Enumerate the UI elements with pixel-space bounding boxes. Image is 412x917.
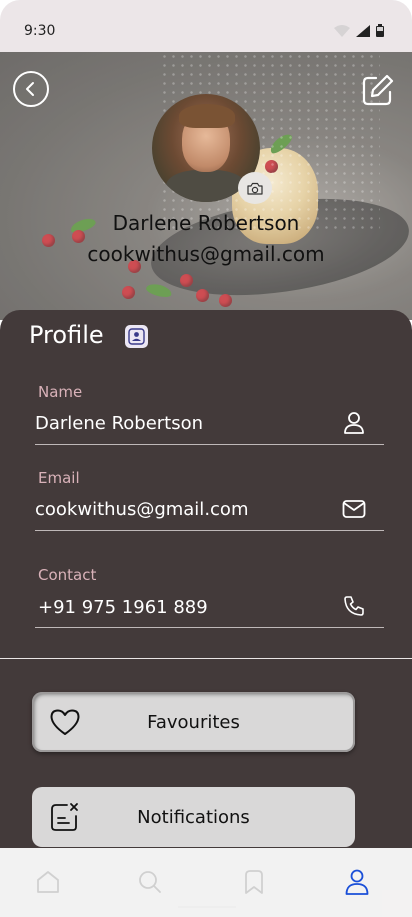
name-field[interactable]: Darlene Robertson bbox=[35, 413, 203, 434]
header-email: cookwithus@gmail.com bbox=[87, 242, 325, 266]
nav-home[interactable] bbox=[30, 864, 66, 900]
home-indicator bbox=[178, 906, 236, 908]
status-time: 9:30 bbox=[24, 23, 56, 39]
page-title: Profile bbox=[29, 321, 104, 349]
nav-profile[interactable] bbox=[339, 864, 375, 900]
bookmark-icon bbox=[245, 870, 263, 894]
contact-field[interactable]: +91 975 1961 889 bbox=[38, 597, 208, 618]
status-bar: 9:30 bbox=[0, 0, 412, 52]
contact-label: Contact bbox=[38, 566, 97, 584]
profile-badge bbox=[125, 325, 148, 348]
email-label: Email bbox=[38, 469, 80, 487]
favourites-label: Favourites bbox=[147, 711, 240, 733]
status-icons bbox=[334, 24, 384, 37]
phone-icon bbox=[341, 593, 367, 619]
header-name: Darlene Robertson bbox=[112, 211, 300, 235]
home-icon bbox=[37, 871, 59, 893]
battery-icon bbox=[376, 24, 384, 37]
bottom-navigation bbox=[0, 848, 412, 917]
favourites-button[interactable]: Favourites bbox=[32, 692, 355, 752]
camera-icon bbox=[247, 182, 263, 195]
email-field[interactable]: cookwithus@gmail.com bbox=[35, 499, 248, 520]
contact-card-icon bbox=[128, 328, 145, 345]
name-label: Name bbox=[38, 383, 83, 401]
chevron-left-icon bbox=[26, 82, 34, 96]
search-icon bbox=[139, 871, 161, 893]
edit-button[interactable] bbox=[360, 72, 396, 108]
signal-icon bbox=[356, 24, 370, 37]
change-photo-button[interactable] bbox=[238, 172, 272, 204]
contact-underline bbox=[35, 627, 384, 628]
user-icon bbox=[341, 410, 367, 436]
notifications-label: Notifications bbox=[137, 806, 250, 828]
nav-bookmarks[interactable] bbox=[236, 864, 272, 900]
mail-icon bbox=[341, 496, 367, 522]
profile-icon bbox=[345, 869, 369, 895]
name-underline bbox=[35, 444, 384, 445]
email-underline bbox=[35, 530, 384, 531]
nav-search[interactable] bbox=[132, 864, 168, 900]
section-divider bbox=[0, 658, 412, 659]
back-button[interactable] bbox=[13, 71, 49, 107]
notifications-button[interactable]: Notifications bbox=[32, 787, 355, 847]
edit-icon bbox=[362, 74, 394, 106]
wifi-icon bbox=[334, 24, 350, 37]
